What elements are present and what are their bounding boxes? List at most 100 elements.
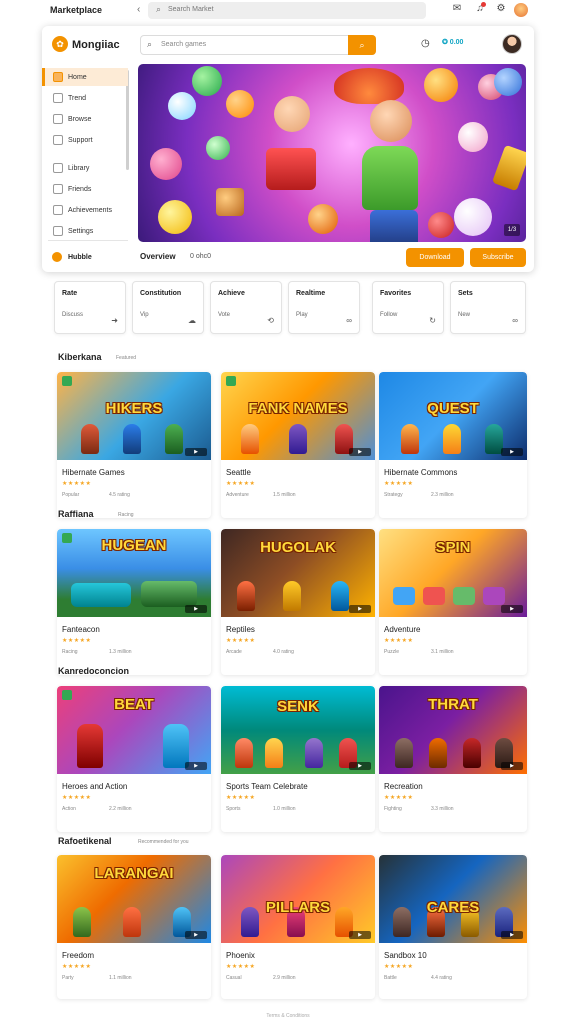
clock-icon[interactable]: ◷ [421, 38, 430, 49]
game-card[interactable]: FANK NAMES ▶ Seattle ★★★★★ Adventure 1.5… [221, 372, 375, 518]
game-thumbnail: BEAT ▶ [57, 686, 211, 774]
vehicle-figure [71, 583, 131, 607]
browser-bar: Marketplace ‹ ⌕ Search Market ✉ ♫ ⚙ [0, 0, 576, 22]
game-stat: 2.9 million [273, 975, 296, 981]
logo-text[interactable]: Mongiiac [72, 39, 120, 51]
play-badge: ▶ [185, 931, 207, 939]
support-icon [53, 135, 63, 145]
game-thumbnail: SENK ▶ [221, 686, 375, 774]
game-title: Hibernate Commons [384, 468, 458, 477]
game-orb [206, 136, 230, 160]
play-badge: ▶ [349, 762, 371, 770]
sidebar-item-support[interactable]: Support [42, 131, 128, 149]
category-card-favorites[interactable]: Favorites Follow ↻ [372, 281, 444, 334]
game-title: Sandbox 10 [384, 951, 427, 960]
character-figure [123, 907, 141, 937]
category-card-sets[interactable]: Sets New ∞ [450, 281, 526, 334]
tag-icon [62, 376, 72, 386]
game-card[interactable]: PILLARS ▶ Phoenix ★★★★★ Casual 2.9 milli… [221, 855, 375, 999]
search-button[interactable]: ⌕ [348, 35, 376, 55]
rating-stars: ★★★★★ [226, 638, 256, 644]
logo-icon[interactable]: ✿ [52, 36, 68, 52]
game-card[interactable]: QUEST ▶ Hibernate Commons ★★★★★ Strategy… [379, 372, 527, 518]
thumbnail-title: HUGOLAK [260, 539, 336, 556]
character-figure [73, 907, 91, 937]
sidebar-item-hubble[interactable]: Hubble [42, 248, 132, 266]
subscribe-button[interactable]: Subscribe [470, 248, 526, 267]
section-subtitle: Recommended for you [138, 839, 189, 845]
rating-stars: ★★★★★ [384, 795, 414, 801]
sidebar-item-label: Library [68, 164, 90, 172]
category-card-rate[interactable]: Rate Discuss ➜ [54, 281, 126, 334]
home-icon [53, 72, 63, 82]
sidebar: Home Trend Browse Support Library Friend… [42, 66, 132, 270]
game-card[interactable]: THRAT ▶ Recreation ★★★★★ Fighting 3.3 mi… [379, 686, 527, 832]
sidebar-item-home[interactable]: Home [42, 68, 128, 86]
category-card-achieve[interactable]: Achieve Vote ⟲ [210, 281, 282, 334]
game-genre: Sports [226, 806, 241, 812]
category-subtitle: Vote [218, 312, 231, 318]
sidebar-item-settings[interactable]: Settings [42, 222, 128, 240]
rating-stars: ★★★★★ [384, 964, 414, 970]
game-title: Fanteacon [62, 625, 100, 634]
category-card-realtime[interactable]: Realtime Play ∞ [288, 281, 360, 334]
mail-icon[interactable]: ✉ [450, 3, 464, 17]
rating-stars: ★★★★★ [226, 481, 256, 487]
address-bar[interactable]: ⌕ Search Market [148, 2, 426, 19]
rating-stars: ★★★★★ [226, 964, 256, 970]
section-title: Kanredoconcion [58, 666, 130, 676]
footer-text[interactable]: Terms & Conditions [0, 1013, 576, 1019]
coins-balance[interactable]: ✪ 0.00 [442, 38, 463, 46]
game-genre: Adventure [226, 492, 249, 498]
thumbnail-title: BEAT [114, 696, 154, 713]
game-orb [334, 68, 404, 104]
game-thumbnail: FANK NAMES ▶ [221, 372, 375, 460]
sidebar-item-achievements[interactable]: Achievements [42, 201, 128, 219]
featured-banner[interactable]: 1/3 [138, 64, 526, 242]
game-card[interactable]: HUGOLAK ▶ Reptiles ★★★★★ Arcade 4.0 rati… [221, 529, 375, 675]
game-card[interactable]: LARANGAI ▶ Freedom ★★★★★ Party 1.1 milli… [57, 855, 211, 999]
search-icon: ⌕ [156, 4, 162, 14]
profile-avatar[interactable] [502, 34, 522, 54]
refresh-icon: ↻ [429, 316, 436, 325]
app-panel: ✿ Mongiiac ⌕ Search games ⌕ ◷ ✪ 0.00 Hom… [42, 26, 534, 272]
thumbnail-title: CARES [426, 899, 480, 916]
category-card-constitution[interactable]: Constitution Vip ☁ [132, 281, 204, 334]
game-stat: 1.0 million [273, 806, 296, 812]
sidebar-item-trend[interactable]: Trend [42, 89, 128, 107]
game-genre: Party [62, 975, 74, 981]
category-subtitle: Discuss [62, 312, 84, 318]
game-orb [428, 212, 454, 238]
play-badge: ▶ [501, 931, 523, 939]
game-card[interactable]: CARES ▶ Sandbox 10 ★★★★★ Battle 4.4 rati… [379, 855, 527, 999]
settings-icon[interactable]: ⚙ [494, 3, 508, 17]
game-card[interactable]: HIKERS ▶ Hibernate Games ★★★★★ Popular 4… [57, 372, 211, 518]
play-badge: ▶ [185, 762, 207, 770]
game-title: Phoenix [226, 951, 255, 960]
game-card[interactable]: SENK ▶ Sports Team Celebrate ★★★★★ Sport… [221, 686, 375, 832]
search-input[interactable]: ⌕ Search games ⌕ [140, 35, 376, 55]
arrow-icon: ➜ [111, 316, 118, 325]
avatar[interactable] [514, 3, 528, 17]
download-button[interactable]: Download [406, 248, 464, 267]
window-title: Marketplace [50, 5, 103, 15]
character-figure [395, 738, 413, 768]
character-figure [77, 724, 103, 768]
character-figure [265, 738, 283, 768]
sidebar-item-browse[interactable]: Browse [42, 110, 128, 128]
sidebar-item-label: Friends [68, 185, 92, 193]
game-card[interactable]: BEAT ▶ Heroes and Action ★★★★★ Action 2.… [57, 686, 211, 832]
sidebar-item-friends[interactable]: Friends [42, 180, 128, 198]
game-genre: Action [62, 806, 76, 812]
game-orb [370, 210, 418, 242]
thumbnail-title: QUEST [427, 400, 479, 417]
chevron-left-icon[interactable]: ‹ [137, 4, 140, 15]
game-card[interactable]: HUGEAN ▶ Fanteacon ★★★★★ Racing 1.3 mill… [57, 529, 211, 675]
sidebar-item-library[interactable]: Library [42, 159, 128, 177]
category-title: Rate [62, 290, 78, 297]
category-subtitle: Vip [140, 312, 149, 318]
category-subtitle: Follow [380, 312, 398, 318]
game-orb [458, 122, 488, 152]
game-card[interactable]: SPIN ▶ Adventure ★★★★★ Puzzle 3.1 millio… [379, 529, 527, 675]
search-icon: ⌕ [147, 39, 153, 49]
